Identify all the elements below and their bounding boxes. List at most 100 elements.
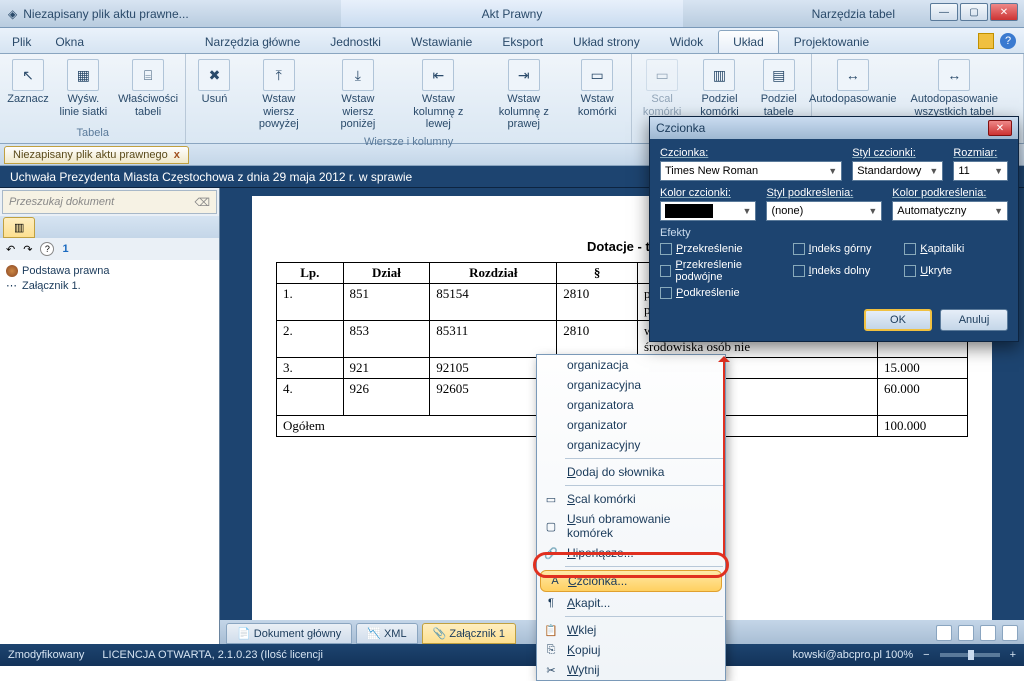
ribbon-insert-cells[interactable]: ▭Wstaw komórki (570, 56, 625, 134)
ctx-add-dict[interactable]: Dodaj do słownika (537, 462, 725, 482)
ctx-cut[interactable]: ✂Wytnij (537, 660, 725, 680)
close-button[interactable]: ✕ (990, 3, 1018, 21)
tree-item-basis[interactable]: Podstawa prawna (6, 264, 213, 278)
ribbon-delete[interactable]: ✖Usuń (192, 56, 236, 134)
spell-suggestion[interactable]: organizatora (537, 395, 725, 415)
zoom-slider[interactable] (940, 653, 1000, 657)
select-icon: ↖ (12, 59, 44, 91)
navigation-panel: Przeszukaj dokument ⌫ ▥ ↶ ↷ ? 1 Podstawa… (0, 188, 220, 644)
eraser-icon[interactable]: ⌫ (194, 196, 210, 209)
status-license: LICENCJA OTWARTA, 2.1.0.23 (Ilość licenc… (102, 649, 322, 661)
ribbon-insert-col-right[interactable]: ⇥Wstaw kolumnę z prawej (482, 56, 566, 134)
ctx-paste[interactable]: 📋Wklej (537, 620, 725, 640)
ribbon-insert-row-below[interactable]: ⤓Wstaw wiersz poniżej (321, 56, 395, 134)
effect-checkbox[interactable]: Indeks górny (793, 243, 897, 255)
checkbox-icon (904, 265, 916, 277)
context-menu: organizacjaorganizacyjnaorganizatoraorga… (536, 354, 726, 681)
effect-checkbox[interactable]: Przekreślenie (660, 243, 785, 255)
ctx-paragraph[interactable]: ¶Akapit... (537, 593, 725, 613)
search-input[interactable]: Przeszukaj dokument ⌫ (2, 190, 217, 214)
underline-style-select[interactable]: (none)▼ (766, 201, 882, 221)
tool-icon-1[interactable] (936, 625, 952, 641)
tool-icon-2[interactable] (958, 625, 974, 641)
close-tab-icon[interactable]: x (174, 149, 180, 161)
font-dialog-title[interactable]: Czcionka ✕ (650, 117, 1018, 139)
tab-design[interactable]: Projektowanie (779, 30, 884, 53)
app-icon: ◈ (8, 7, 17, 21)
ribbon-split-table[interactable]: ▤Podziel tabele (752, 56, 805, 125)
ctx-hyperlink[interactable]: 🔗Hiperłącze... (537, 543, 725, 563)
ribbon-insert-col-left[interactable]: ⇤Wstaw kolumnę z lewej (399, 56, 478, 134)
tab-export[interactable]: Eksport (487, 30, 558, 53)
zoom-out-icon[interactable]: − (923, 649, 929, 661)
folder-icon[interactable] (978, 33, 994, 49)
title-center: Akt Prawny (341, 0, 682, 27)
menu-windows[interactable]: Okna (43, 31, 96, 53)
document-tab-label: Niezapisany plik aktu prawnego (13, 149, 168, 161)
effect-checkbox[interactable]: Podkreślenie (660, 287, 785, 299)
split-cells-icon: ▥ (703, 59, 735, 91)
tool-icon-3[interactable] (980, 625, 996, 641)
autofit-all-icon: ↔ (938, 59, 970, 91)
undo-icon[interactable]: ↶ (6, 243, 15, 256)
ribbon-split-cells[interactable]: ▥Podziel komórki (691, 56, 749, 125)
help-small-icon[interactable]: ? (40, 242, 54, 256)
ok-button[interactable]: OK (864, 309, 932, 331)
tab-insert[interactable]: Wstawianie (396, 30, 487, 53)
table-header: Rozdział (430, 263, 557, 284)
spell-suggestion[interactable]: organizacja (537, 355, 725, 375)
status-bar: Zmodyfikowany LICENCJA OTWARTA, 2.1.0.23… (0, 644, 1024, 666)
font-dialog-close-icon[interactable]: ✕ (988, 120, 1012, 136)
spell-suggestion[interactable]: organizator (537, 415, 725, 435)
tab-units[interactable]: Jednostki (315, 30, 396, 53)
insert-row-below-icon: ⤓ (342, 59, 374, 91)
font-size-select[interactable]: 11▼ (953, 161, 1008, 181)
merge-cells-icon: ▭ (646, 59, 678, 91)
checkbox-icon (660, 243, 672, 255)
bottom-tab-xml[interactable]: 📉 XML (356, 623, 417, 644)
spell-suggestion[interactable]: organizacyjny (537, 435, 725, 455)
cancel-button[interactable]: Anuluj (940, 309, 1008, 331)
menu-file[interactable]: Plik (0, 31, 43, 53)
effect-checkbox[interactable]: Indeks dolny (793, 259, 897, 283)
ribbon-show-grid[interactable]: ▦Wyśw. linie siatki (54, 56, 113, 125)
tab-layout[interactable]: Układ strony (558, 30, 655, 53)
ribbon-insert-row-above[interactable]: ⤒Wstaw wiersz powyżej (240, 56, 317, 134)
tab-main[interactable]: Narzędzia główne (190, 30, 315, 53)
side-tab-structure[interactable]: ▥ (3, 217, 35, 238)
redo-icon[interactable]: ↷ (23, 243, 32, 256)
tab-view[interactable]: Widok (655, 30, 718, 53)
effect-checkbox[interactable]: Przekreślenie podwójne (660, 259, 785, 283)
ribbon-table-props[interactable]: ⌸Właściwości tabeli (117, 56, 180, 125)
spell-suggestion[interactable]: organizacyjna (537, 375, 725, 395)
ctx-merge[interactable]: ▭Scal komórki (537, 489, 725, 509)
font-color-select[interactable]: ▼ (660, 201, 756, 221)
effect-checkbox[interactable]: Kapitaliki (904, 243, 1008, 255)
maximize-button[interactable]: ▢ (960, 3, 988, 21)
font-style-select[interactable]: Standardowy▼ (852, 161, 943, 181)
zoom-in-icon[interactable]: + (1010, 649, 1016, 661)
insert-cells-icon: ▭ (581, 59, 613, 91)
ribbon-merge-cells: ▭Scal komórki (638, 56, 687, 125)
minimize-button[interactable]: — (930, 3, 958, 21)
help-icon[interactable]: ? (1000, 33, 1016, 49)
bottom-tab-main[interactable]: 📄 Dokument główny (226, 623, 352, 644)
underline-color-select[interactable]: Automatyczny▼ (892, 201, 1008, 221)
ctx-remove-border[interactable]: ▢Usuń obramowanie komórek (537, 509, 725, 543)
tab-table-layout[interactable]: Układ (718, 30, 779, 53)
title-right: Narzędzia tabel — ▢ ✕ (683, 0, 1024, 27)
font-family-select[interactable]: Times New Roman▼ (660, 161, 842, 181)
tree-item-attachment[interactable]: ⋯Załącznik 1. (6, 278, 213, 293)
tool-icon-4[interactable] (1002, 625, 1018, 641)
checkbox-icon (660, 265, 671, 277)
ctx-copy[interactable]: ⎘Kopiuj (537, 640, 725, 660)
effect-checkbox[interactable]: Ukryte (904, 259, 1008, 283)
ribbon-select[interactable]: ↖Zaznacz (6, 56, 50, 125)
table-header: Dział (343, 263, 430, 284)
document-tab[interactable]: Niezapisany plik aktu prawnego x (4, 146, 189, 164)
insert-col-left-icon: ⇤ (422, 59, 454, 91)
bottom-tab-attachment[interactable]: 📎 Załącznik 1 (422, 623, 516, 644)
ctx-font[interactable]: ACzcionka... (540, 570, 722, 592)
ctx-merge-icon: ▭ (543, 491, 559, 507)
font-dialog: Czcionka ✕ Czcionka: Times New Roman▼ St… (649, 116, 1019, 342)
